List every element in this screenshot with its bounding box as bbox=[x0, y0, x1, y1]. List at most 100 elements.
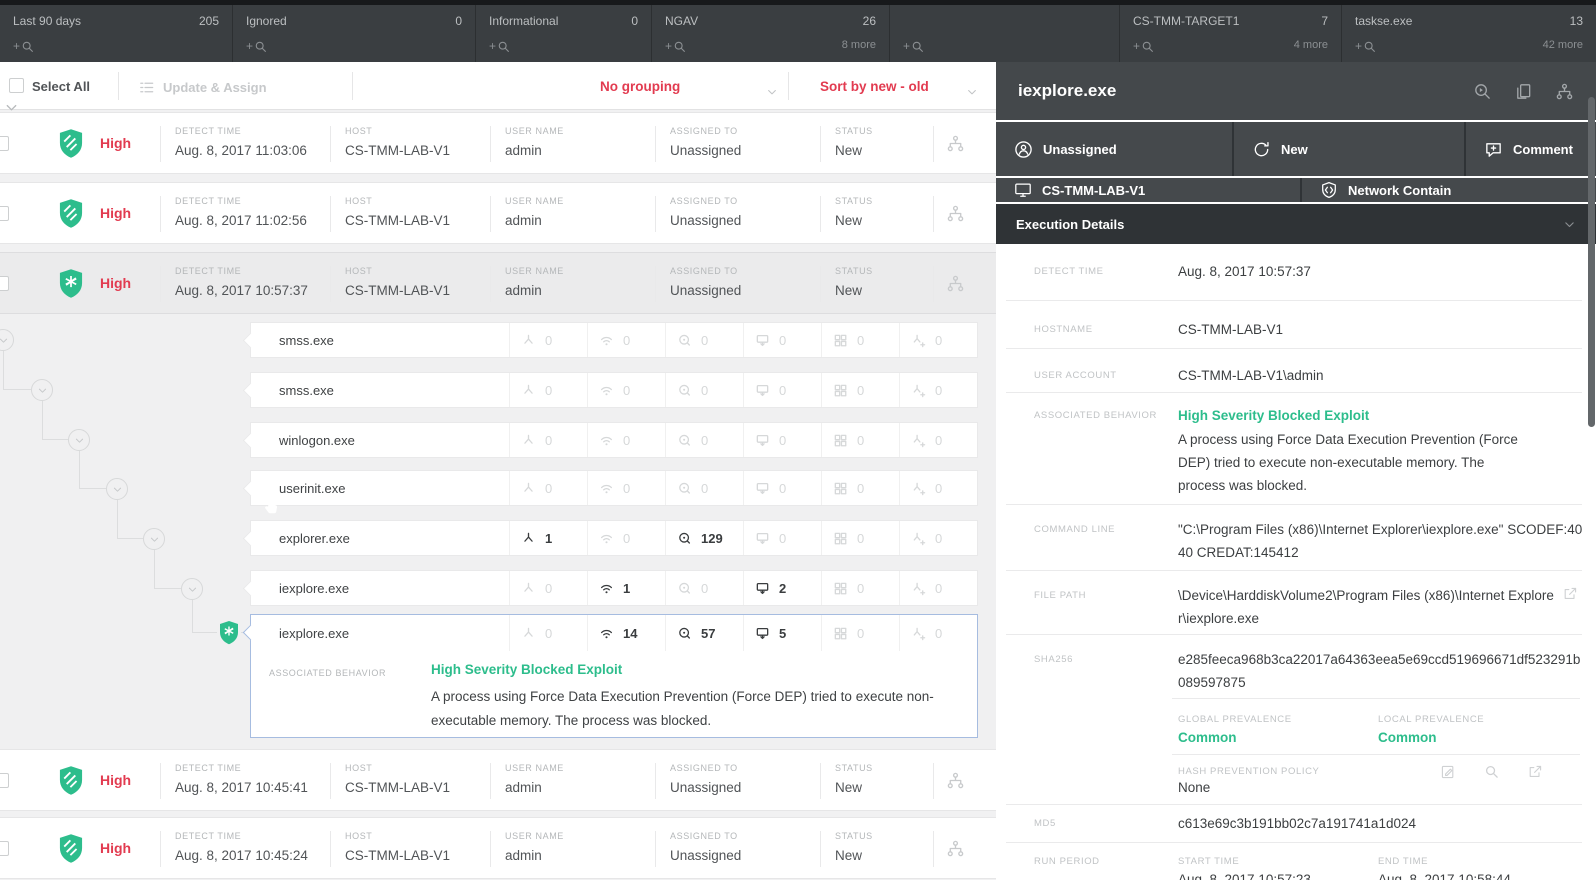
filter-chip-host[interactable]: CS-TMM-TARGET1 7 +4 more bbox=[1120, 5, 1342, 62]
filter-chip-ignored[interactable]: Ignored 0 + bbox=[233, 5, 476, 62]
detect-time-value: Aug. 8, 2017 10:57:37 bbox=[1178, 264, 1311, 279]
status-button[interactable]: New bbox=[1234, 122, 1464, 176]
filter-more[interactable]: 4 more bbox=[1294, 39, 1328, 53]
host-button[interactable]: CS-TMM-LAB-V1 bbox=[996, 178, 1300, 202]
row-checkbox[interactable] bbox=[0, 773, 9, 788]
global-prevalence-value[interactable]: Common bbox=[1178, 726, 1237, 749]
process-tree-icon[interactable] bbox=[946, 839, 965, 858]
contain-icon bbox=[1320, 181, 1338, 199]
behavior-title-link[interactable]: High Severity Blocked Exploit bbox=[1178, 404, 1369, 427]
user-value: admin bbox=[505, 213, 542, 228]
network-contain-button[interactable]: Network Contain bbox=[1302, 178, 1596, 202]
detect-time-value: Aug. 8, 2017 11:02:56 bbox=[175, 213, 307, 228]
process-row[interactable]: smss.exe 0 0 0 0 0 0 bbox=[250, 322, 978, 358]
edit-policy-icon[interactable] bbox=[1440, 764, 1456, 780]
hostname-value: CS-TMM-LAB-V1 bbox=[1178, 322, 1284, 337]
chevron-down-icon[interactable] bbox=[966, 83, 978, 101]
count-events: 0 bbox=[665, 571, 743, 605]
target-icon bbox=[677, 383, 692, 398]
user-account-value: CS-TMM-LAB-V1\admin bbox=[1178, 368, 1324, 383]
wifi-icon bbox=[599, 333, 614, 348]
process-row[interactable]: userinit.exe 0 0 0 0 0 0 bbox=[250, 470, 978, 506]
alert-row-selected[interactable]: High DETECT TIME Aug. 8, 2017 10:57:37 HO… bbox=[0, 252, 996, 314]
grid-icon bbox=[833, 333, 848, 348]
search-icon[interactable] bbox=[1484, 764, 1499, 779]
assignee-button[interactable]: Unassigned bbox=[996, 122, 1232, 176]
select-all-checkbox[interactable] bbox=[9, 78, 24, 93]
count-remote-hosts: 0 bbox=[743, 471, 821, 505]
behavior-title[interactable]: High Severity Blocked Exploit bbox=[431, 662, 622, 677]
comment-button[interactable]: Comment bbox=[1466, 122, 1596, 176]
grouping-dropdown[interactable]: No grouping bbox=[600, 79, 680, 94]
filter-chip-process[interactable]: taskse.exe 13 +42 more bbox=[1342, 5, 1596, 62]
severity-shield-icon bbox=[56, 128, 86, 160]
process-row[interactable]: winlogon.exe 0 0 0 0 0 0 bbox=[250, 422, 978, 458]
count-network: 0 bbox=[587, 471, 665, 505]
tree-connector bbox=[79, 451, 106, 489]
wifi-icon bbox=[599, 626, 614, 641]
add-filter-button[interactable]: + bbox=[1355, 39, 1376, 53]
filter-more[interactable]: 42 more bbox=[1543, 39, 1583, 53]
associated-behavior-label: ASSOCIATED BEHAVIOR bbox=[269, 668, 387, 678]
panel-scrollbar[interactable] bbox=[1588, 97, 1595, 427]
tree-node-icon[interactable] bbox=[143, 528, 165, 550]
filter-chip-informational[interactable]: Informational 0 + bbox=[476, 5, 652, 62]
add-filter-button[interactable]: + bbox=[13, 39, 34, 53]
count-modules: 0 bbox=[821, 471, 899, 505]
local-prevalence-value[interactable]: Common bbox=[1378, 726, 1437, 749]
tree-node-icon[interactable] bbox=[31, 379, 53, 401]
host-value: CS-TMM-LAB-V1 bbox=[345, 848, 451, 863]
process-tree-icon[interactable] bbox=[946, 274, 965, 293]
filter-count: 0 bbox=[631, 14, 638, 28]
update-assign-button[interactable]: Update & Assign bbox=[138, 79, 267, 96]
tree-node-icon[interactable] bbox=[181, 578, 203, 600]
alert-row[interactable]: High DETECT TIME Aug. 8, 2017 11:03:06 HO… bbox=[0, 112, 996, 174]
row-checkbox[interactable] bbox=[0, 136, 9, 151]
external-link-icon[interactable] bbox=[1562, 586, 1578, 602]
copy-icon[interactable] bbox=[1514, 82, 1533, 101]
filter-chip-ngav[interactable]: NGAV 26 +8 more bbox=[652, 5, 890, 62]
target-icon bbox=[677, 333, 692, 348]
list-toolbar: Select All Update & Assign No grouping S… bbox=[0, 62, 996, 110]
row-checkbox[interactable] bbox=[0, 841, 9, 856]
filter-more[interactable]: 8 more bbox=[842, 39, 876, 53]
row-checkbox[interactable] bbox=[0, 206, 9, 221]
comment-plus-icon bbox=[1484, 140, 1503, 159]
collapse-chevron-icon[interactable] bbox=[4, 99, 19, 117]
process-row[interactable]: iexplore.exe 0 1 0 2 0 0 bbox=[250, 570, 978, 606]
alert-row[interactable]: High DETECT TIME Aug. 8, 2017 11:02:56 HO… bbox=[0, 182, 996, 244]
tree-node-icon[interactable] bbox=[106, 478, 128, 500]
alert-row[interactable]: High DETECT TIME Aug. 8, 2017 10:45:24 HO… bbox=[0, 817, 996, 879]
search-icon bbox=[21, 40, 34, 53]
add-filter-button[interactable]: + bbox=[489, 39, 510, 53]
count-child-processes: 0 bbox=[509, 471, 587, 505]
count-injections: 0 bbox=[899, 471, 977, 505]
tree-node-icon[interactable] bbox=[0, 329, 14, 351]
chevron-down-icon[interactable] bbox=[766, 83, 778, 101]
count-remote-hosts: 0 bbox=[743, 521, 821, 555]
filter-chip-time-range[interactable]: Last 90 days 205 + bbox=[0, 5, 233, 62]
process-tree-icon[interactable] bbox=[1555, 82, 1574, 101]
device-icon bbox=[755, 333, 770, 348]
process-tree-icon[interactable] bbox=[946, 134, 965, 153]
process-row[interactable]: smss.exe 0 0 0 0 0 0 bbox=[250, 372, 978, 408]
process-tree-icon[interactable] bbox=[946, 771, 965, 790]
sort-dropdown[interactable]: Sort by new - old bbox=[820, 79, 929, 94]
add-filter-button[interactable]: + bbox=[665, 39, 686, 53]
row-checkbox[interactable] bbox=[0, 276, 9, 291]
chevron-down-icon[interactable] bbox=[1563, 218, 1576, 231]
process-tree-icon[interactable] bbox=[946, 204, 965, 223]
alert-row[interactable]: High DETECT TIME Aug. 8, 2017 10:45:41 HO… bbox=[0, 749, 996, 811]
zoom-search-icon[interactable] bbox=[1473, 82, 1492, 101]
process-row-selected[interactable]: iexplore.exe 0 14 57 5 0 0 ASSOCIATED BE… bbox=[250, 614, 978, 738]
external-link-icon[interactable] bbox=[1527, 764, 1543, 780]
add-filter-button[interactable]: + bbox=[1133, 39, 1154, 53]
count-events: 0 bbox=[665, 323, 743, 357]
process-row[interactable]: explorer.exe 1 0 129 0 0 0 bbox=[250, 520, 978, 556]
tree-node-icon[interactable] bbox=[68, 429, 90, 451]
add-filter-button[interactable]: + bbox=[246, 39, 267, 53]
execution-details-section[interactable]: Execution Details bbox=[996, 204, 1596, 244]
count-injections: 0 bbox=[899, 423, 977, 457]
filter-chip-empty[interactable]: + bbox=[890, 5, 1120, 62]
add-filter-button[interactable]: + bbox=[903, 39, 924, 53]
